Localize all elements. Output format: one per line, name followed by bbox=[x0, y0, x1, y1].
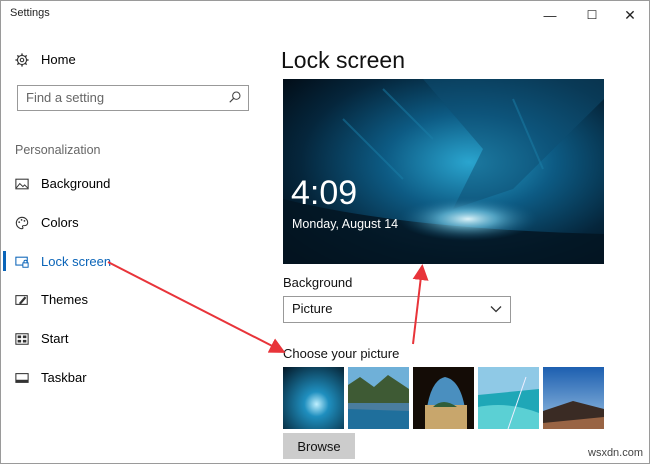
sidebar-item-label: Taskbar bbox=[41, 370, 87, 385]
picture-thumbnail-beach-arch[interactable] bbox=[413, 367, 474, 429]
lock-screen-preview: 4:09 Monday, August 14 bbox=[283, 79, 604, 264]
search-input[interactable]: Find a setting bbox=[17, 85, 249, 111]
sidebar-item-label: Lock screen bbox=[41, 254, 112, 269]
picture-thumbnail-turquoise-bay[interactable] bbox=[478, 367, 539, 429]
preview-date: Monday, August 14 bbox=[292, 217, 399, 231]
sidebar: Home Find a setting Personalization Back… bbox=[1, 29, 263, 463]
close-button[interactable]: ✕ bbox=[613, 1, 647, 29]
sidebar-item-themes[interactable]: Themes bbox=[1, 285, 263, 315]
image-icon bbox=[15, 178, 29, 190]
browse-button[interactable]: Browse bbox=[283, 433, 355, 459]
minimize-button[interactable]: — bbox=[533, 1, 567, 29]
lock-screen-icon bbox=[15, 256, 29, 268]
sidebar-item-colors[interactable]: Colors bbox=[1, 208, 263, 238]
sidebar-item-lock-screen[interactable]: Lock screen bbox=[1, 247, 263, 277]
search-icon[interactable] bbox=[228, 90, 242, 104]
picture-thumbnail-mountain-sunset[interactable] bbox=[543, 367, 604, 429]
background-dropdown[interactable]: Picture bbox=[283, 296, 511, 323]
window-title: Settings bbox=[10, 7, 50, 19]
sidebar-item-label: Start bbox=[41, 331, 69, 346]
sidebar-item-background[interactable]: Background bbox=[1, 169, 263, 199]
preview-image bbox=[283, 79, 604, 264]
chevron-down-icon bbox=[490, 306, 502, 313]
watermark: wsxdn.com bbox=[588, 447, 644, 459]
search-placeholder: Find a setting bbox=[26, 90, 105, 105]
settings-window: Settings — ☐ ✕ Home Find a setting Perso… bbox=[0, 0, 650, 464]
background-label: Background bbox=[283, 275, 353, 290]
preview-time: 4:09 bbox=[291, 174, 358, 212]
section-heading: Personalization bbox=[15, 143, 101, 157]
sidebar-item-label: Background bbox=[41, 176, 111, 191]
sidebar-item-start[interactable]: Start bbox=[1, 324, 263, 354]
palette-icon bbox=[15, 216, 29, 230]
sidebar-item-label: Themes bbox=[41, 292, 88, 307]
maximize-button[interactable]: ☐ bbox=[575, 1, 609, 29]
home-label: Home bbox=[41, 52, 76, 67]
sidebar-item-home[interactable]: Home bbox=[1, 45, 263, 75]
taskbar-icon bbox=[15, 373, 29, 383]
picture-thumbnails bbox=[283, 367, 613, 429]
main-panel: Lock screen 4:09 Monday, August 14 Backg… bbox=[263, 29, 649, 463]
gear-icon bbox=[15, 53, 29, 67]
sidebar-item-taskbar[interactable]: Taskbar bbox=[1, 363, 263, 393]
sidebar-item-label: Colors bbox=[41, 215, 79, 230]
themes-icon bbox=[15, 295, 28, 305]
choose-picture-label: Choose your picture bbox=[283, 346, 400, 361]
picture-thumbnail-ice-cave[interactable] bbox=[283, 367, 344, 429]
page-title: Lock screen bbox=[281, 47, 406, 73]
start-icon bbox=[15, 333, 29, 345]
background-dropdown-value: Picture bbox=[292, 301, 333, 316]
picture-thumbnail-lake[interactable] bbox=[348, 367, 409, 429]
active-indicator bbox=[3, 251, 6, 271]
title-bar[interactable]: Settings — ☐ ✕ bbox=[1, 1, 649, 29]
